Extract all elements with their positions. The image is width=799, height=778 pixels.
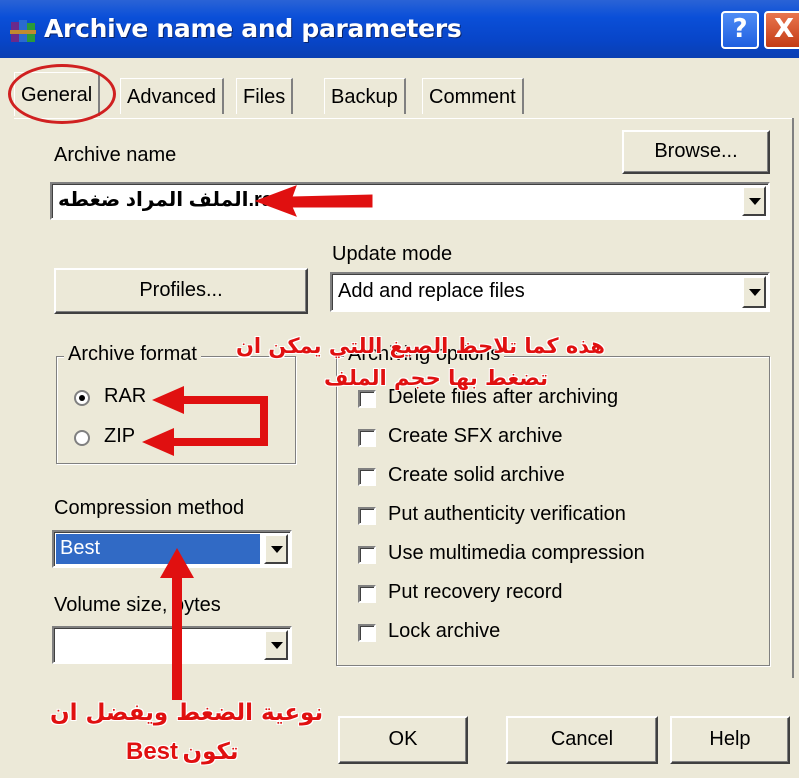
compression-method-select[interactable]: Best [52,530,292,568]
multimedia-label[interactable]: Use multimedia compression [388,542,645,565]
compression-dropdown-button[interactable] [264,534,288,564]
cancel-button[interactable]: Cancel [506,716,658,764]
archive-name-input[interactable]: الملف المراد ضغطه.rar [58,184,281,216]
browse-button[interactable]: Browse... [622,130,770,174]
title-close-button[interactable]: X [764,11,799,49]
tab-files[interactable]: Files [236,78,294,114]
compression-method-value: Best [60,537,101,559]
tab-comment[interactable]: Comment [422,78,524,114]
compression-note-line2-wrap: Best تكون [126,738,239,766]
archive-name-dropdown-button[interactable] [742,186,766,216]
format-note-line1: هذه كما تلاحظ الصيغ اللتي يمكن ان [236,334,605,358]
compression-note-line1: نوعية الضغط ويفضل ان [50,700,324,726]
winrar-app-icon [10,20,36,42]
update-mode-select[interactable]: Add and replace files [330,272,770,312]
authenticity-checkbox[interactable] [358,507,376,525]
create-sfx-checkbox[interactable] [358,429,376,447]
tab-advanced[interactable]: Advanced [120,78,224,114]
help-button[interactable]: Help [670,716,790,764]
tab-backup[interactable]: Backup [324,78,406,114]
title-help-button[interactable]: ? [721,11,759,49]
volume-size-label: Volume size, bytes [54,594,221,616]
multimedia-checkbox[interactable] [358,546,376,564]
compression-note-best: Best [126,738,179,765]
compression-note-line2: تكون [182,739,239,765]
create-solid-checkbox[interactable] [358,468,376,486]
update-mode-label: Update mode [332,243,453,265]
recovery-record-label[interactable]: Put recovery record [388,581,563,604]
lock-archive-checkbox[interactable] [358,624,376,642]
compression-method-label: Compression method [54,497,245,519]
rar-radio-label[interactable]: RAR [104,385,146,408]
zip-radio-label[interactable]: ZIP [104,425,135,448]
archive-format-group [56,356,296,464]
general-tab-highlight-circle [8,64,116,124]
window-title: Archive name and parameters [44,14,462,43]
authenticity-label[interactable]: Put authenticity verification [388,503,626,526]
ok-button[interactable]: OK [338,716,468,764]
recovery-record-checkbox[interactable] [358,585,376,603]
create-sfx-label[interactable]: Create SFX archive [388,425,563,448]
profiles-button[interactable]: Profiles... [54,268,308,314]
archive-format-title: Archive format [64,343,201,366]
zip-radio[interactable] [74,430,90,446]
update-mode-value: Add and replace files [338,280,525,302]
rar-radio[interactable] [74,390,90,406]
tab-panel-border [14,118,794,119]
volume-size-dropdown-button[interactable] [264,630,288,660]
format-note-line2: تضغط بها حجم الملف [324,366,548,390]
archive-name-combo[interactable]: الملف المراد ضغطه.rar [50,182,770,220]
update-mode-dropdown-button[interactable] [742,276,766,308]
volume-size-combo[interactable] [52,626,292,664]
delete-files-checkbox[interactable] [358,390,376,408]
archive-name-label: Archive name [54,144,177,166]
create-solid-label[interactable]: Create solid archive [388,464,565,487]
tab-panel-right-border [792,118,794,678]
title-bar: Archive name and parameters ? X [0,0,799,58]
lock-archive-label[interactable]: Lock archive [388,620,500,643]
